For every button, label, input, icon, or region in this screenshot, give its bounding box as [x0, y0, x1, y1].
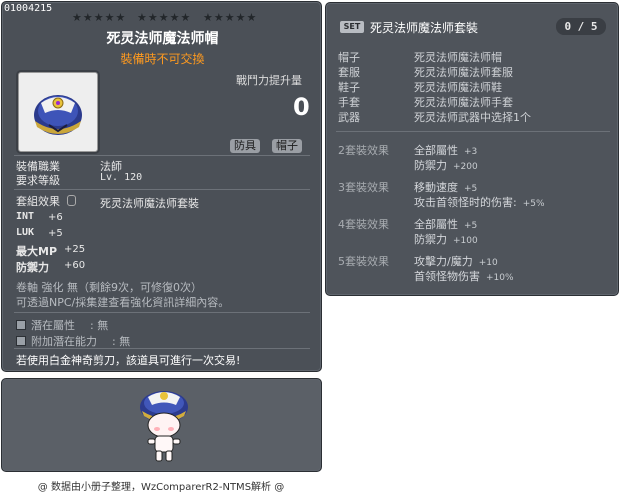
set-piece-name: 死灵法师魔法师帽	[414, 51, 502, 64]
effect-value: +3	[464, 147, 478, 157]
stat-value: +5	[48, 228, 63, 239]
set-effect-tier: 5套裝效果	[338, 255, 389, 268]
divider	[14, 348, 310, 349]
stat-value: +25	[64, 244, 86, 255]
set-piece-slot: 武器	[338, 111, 360, 124]
set-effect-value: 死灵法师魔法师套裝	[100, 197, 199, 210]
set-effect-tier: 3套裝效果	[338, 181, 389, 194]
potential-value-row: : 無	[90, 317, 108, 333]
character-preview	[140, 391, 188, 462]
stat-value: +60	[64, 260, 86, 271]
potential-bullet-icon	[16, 320, 26, 330]
set-piece-name: 死灵法师魔法师套服	[414, 66, 513, 79]
effect-value: +10%	[486, 273, 514, 283]
trade-hint: 若使用白金神奇剪刀，該道具可進行一次交易!	[16, 354, 241, 367]
add-potential-label: 附加潛在能力	[31, 335, 97, 348]
potential-row: 潛在屬性	[16, 317, 75, 333]
set-piece-name: 死灵法师魔法师鞋	[414, 81, 502, 94]
add-potential-row: 附加潛在能力	[16, 333, 97, 349]
set-effect-line: 攻擊力/魔力 +10	[414, 253, 498, 269]
divider	[14, 189, 310, 190]
set-effect-line: 攻击首领怪时的伤害: +5%	[414, 194, 545, 210]
mage-hat-icon	[34, 95, 82, 135]
effect-text: 攻擊力/魔力	[414, 255, 473, 268]
scroll-upgrade-info: 卷軸 強化 無（剩餘9次，可修復0次）	[16, 281, 202, 294]
set-effect-line: 防禦力 +100	[414, 231, 478, 247]
divider	[14, 312, 310, 313]
set-piece-slot: 帽子	[338, 51, 360, 64]
stat-value: +6	[48, 212, 63, 223]
effect-value: +10	[478, 258, 498, 268]
stat-name: LUK	[16, 227, 35, 238]
set-tooltip-panel: SET 死灵法师魔法师套裝 0 / 5 帽子 死灵法师魔法师帽 套服 死灵法师魔…	[325, 2, 619, 296]
divider	[336, 131, 610, 132]
set-effect-line: 全部屬性 +3	[414, 142, 477, 158]
effect-text: 首领怪物伤害	[414, 270, 480, 283]
tag-armor: 防具	[230, 139, 260, 153]
set-effect-line: 防禦力 +200	[414, 157, 478, 173]
set-effect-tier: 2套裝效果	[338, 144, 389, 157]
avatar-preview-panel	[1, 378, 322, 472]
set-effect-line: 全部屬性 +5	[414, 216, 477, 232]
effect-text: 全部屬性	[414, 144, 458, 157]
set-piece-slot: 套服	[338, 66, 360, 79]
effect-text: 移動速度	[414, 181, 458, 194]
stat-name: 防禦力	[16, 261, 49, 274]
colon: :	[90, 319, 94, 332]
set-effect-line: 移動速度 +5	[414, 179, 477, 195]
set-effect-line: 首领怪物伤害 +10%	[414, 268, 514, 284]
item-icon-frame	[18, 72, 98, 152]
power-increase-label: 戰鬥力提升量	[236, 74, 302, 87]
star-group-1: ★★★★★	[72, 11, 127, 24]
set-piece-slot: 手套	[338, 96, 360, 109]
effect-text: 防禦力	[414, 233, 447, 246]
set-effect-label: 套組效果	[16, 193, 76, 209]
set-effect-tier: 4套裝效果	[338, 218, 389, 231]
stat-name: 最大MP	[16, 245, 58, 258]
effect-text: 防禦力	[414, 159, 447, 172]
power-increase-value: 0	[293, 93, 310, 121]
add-potential-value: 無	[119, 335, 131, 348]
star-group-2: ★★★★★	[137, 11, 192, 24]
tag-hat: 帽子	[272, 139, 302, 153]
effect-value: +100	[453, 236, 478, 246]
add-potential-bullet-icon	[16, 336, 26, 346]
potential-value: 無	[97, 319, 109, 332]
item-name: 死灵法师魔法师帽	[106, 31, 219, 47]
trade-restriction: 裝備時不可交換	[120, 52, 205, 66]
effect-text: 全部屬性	[414, 218, 458, 231]
add-potential-value-row: : 無	[112, 333, 130, 349]
item-id: 01004215	[4, 3, 53, 14]
set-piece-name: 死灵法师武器中选择1个	[414, 111, 531, 124]
footer-credit: @ 数据由小册子整理，WzComparerR2-NTMS解析 @	[37, 482, 285, 493]
enhance-info: 可透過NPC/採集建查看強化資訊詳細內容。	[16, 296, 230, 309]
set-piece-count: 0 / 5	[556, 18, 606, 35]
level-value: Lv. 120	[100, 172, 143, 183]
effect-value: +5%	[522, 199, 545, 209]
level-label: 要求等級	[16, 174, 60, 187]
item-tooltip-panel: 01004215 ★★★★★ ★★★★★ ★★★★★ 死灵法师魔法师帽 裝備時不…	[1, 1, 322, 372]
effect-value: +5	[464, 221, 478, 231]
star-group-3: ★★★★★	[203, 11, 258, 24]
set-badge: SET	[340, 21, 364, 33]
set-effect-label-text: 套組效果	[16, 195, 60, 208]
divider	[14, 155, 310, 156]
colon: :	[112, 335, 116, 348]
set-piece-name: 死灵法师魔法师手套	[414, 96, 513, 109]
effect-text: 攻击首领怪时的伤害:	[414, 196, 517, 209]
stat-name: INT	[16, 211, 35, 222]
set-title: 死灵法师魔法师套裝	[370, 21, 479, 35]
effect-value: +200	[453, 162, 478, 172]
effect-value: +5	[464, 184, 478, 194]
set-piece-slot: 鞋子	[338, 81, 360, 94]
potential-label: 潛在屬性	[31, 319, 75, 332]
info-icon[interactable]	[66, 195, 76, 206]
